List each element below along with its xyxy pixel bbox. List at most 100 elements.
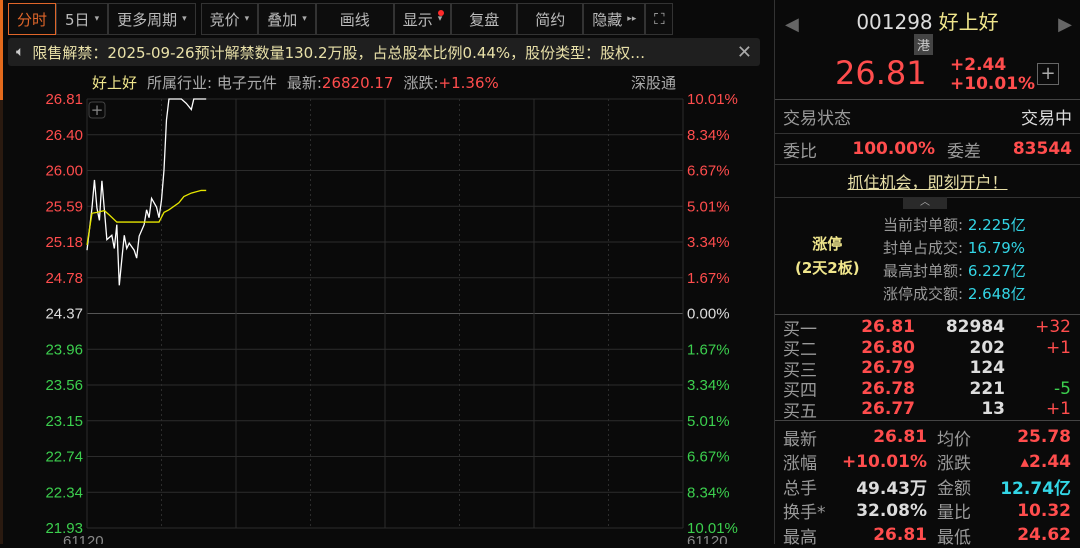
bid-price: 26.80 xyxy=(861,337,915,358)
volume-delta: +1 xyxy=(1045,337,1071,358)
volume-delta: -5 xyxy=(1054,378,1071,399)
pct-tick-label: 8.34% xyxy=(687,127,730,144)
stat-value: ▴2.44 xyxy=(1020,451,1071,472)
notice-text: 限售解禁：2025-09-26预计解禁数量130.2万股，占总股本比例0.44%… xyxy=(32,43,646,62)
label: 画线 xyxy=(339,10,370,29)
label: 5日 xyxy=(65,10,90,29)
limit-key: 涨停成交额: xyxy=(883,285,964,303)
limit-row: 最高封单额: 6.227亿 xyxy=(883,260,1026,283)
bid-volume: 82984 xyxy=(945,317,1005,338)
auction-dropdown[interactable]: 竞价 ▾ xyxy=(200,3,259,35)
y-tick-label: 26.81 xyxy=(45,91,83,108)
stat-value: 26.81 xyxy=(873,525,927,546)
pct-tick-label: 1.67% xyxy=(687,341,730,358)
fullscreen-button[interactable]: ⛶ xyxy=(645,3,674,35)
quote-header: ◀ ▶ 001298 好上好 港 26.81 +2.44 +10.01% + xyxy=(775,0,1080,100)
speaker-icon: 🔈︎ xyxy=(16,44,25,60)
collapse-chevron-icon[interactable]: ︿ xyxy=(903,197,947,209)
limit-row: 当前封单额: 2.225亿 xyxy=(883,214,1026,237)
y-tick-label: 25.59 xyxy=(45,198,83,215)
bid-volume: 13 xyxy=(981,399,1005,420)
price-change: +2.44 xyxy=(950,55,1007,75)
order-book: 买一 26.81 82984 +32 买二 26.80 202 +1 买三 26.79 124 买四 2… xyxy=(775,315,1080,422)
bid-price: 26.77 xyxy=(861,399,915,420)
bid-volume: 124 xyxy=(969,358,1006,379)
stat-label: 最低 xyxy=(937,527,971,548)
label: 简约 xyxy=(535,10,566,29)
stat-label: 最新 xyxy=(783,429,817,450)
pct-tick-label: 5.01% xyxy=(687,413,730,430)
replay-button[interactable]: 复盘 xyxy=(451,3,518,35)
limit-row: 涨停成交额: 2.648亿 xyxy=(883,283,1026,306)
stat-value: 12.74亿 xyxy=(1000,478,1071,499)
pct-tick-label: 6.67% xyxy=(687,163,730,180)
y-tick-label: 25.18 xyxy=(45,234,83,251)
pct-tick-label: 10.01% xyxy=(687,91,738,108)
limit-up-block: ︿ 涨停 (2天2板) 当前封单额: 2.225亿 封单占成交: 16.79% 最高封… xyxy=(775,197,1080,315)
hide-button[interactable]: 隐藏 ▸▸ xyxy=(583,3,646,35)
toolbar: 分时 5日 ▾ 更多周期 ▾ 竞价 ▾ 叠加 ▾ 画线 显示 ▾ 复盘 简约 隐藏 ▸▸ ⛶ xyxy=(8,3,674,35)
stat-label: 金额 xyxy=(937,478,971,499)
pct-tick-label: 5.01% xyxy=(687,198,730,215)
simple-button[interactable]: 简约 xyxy=(517,3,584,35)
status-value: 交易中 xyxy=(1021,109,1072,129)
stock-code: 001298 xyxy=(856,10,933,34)
bid-price: 26.78 xyxy=(861,378,915,399)
stock-name: 好上好 xyxy=(938,10,999,34)
y-tick-label: 23.56 xyxy=(45,377,83,394)
stats-row: 最新 26.81 均价 25.78 xyxy=(783,425,1072,450)
caret-down-icon: ▾ xyxy=(244,14,250,24)
limit-key: 当前封单额: xyxy=(883,216,964,234)
unlock-notice[interactable]: 🔈︎ 限售解禁：2025-09-26预计解禁数量130.2万股，占总股本比例0.… xyxy=(8,38,760,66)
trade-status: 交易状态 交易中 xyxy=(775,100,1080,134)
status-label: 交易状态 xyxy=(783,109,851,129)
tab-5day[interactable]: 5日 ▾ xyxy=(56,3,109,35)
double-chevron-right-icon: ▸▸ xyxy=(627,14,637,24)
caret-down-icon: ▾ xyxy=(302,14,307,24)
volume-delta: +1 xyxy=(1045,399,1071,420)
stat-label: 总手 xyxy=(783,478,817,499)
diff-value: 83544 xyxy=(1012,139,1072,159)
pct-tick-label: 1.67% xyxy=(687,270,730,287)
y-tick-label: 23.15 xyxy=(45,413,83,430)
y-tick-label: 24.37 xyxy=(45,306,83,323)
volume-label: 61120 xyxy=(63,533,104,544)
pct-tick-label: 8.34% xyxy=(687,484,730,501)
add-watchlist-button[interactable]: + xyxy=(1037,63,1059,85)
close-icon[interactable]: ✕ xyxy=(737,42,752,63)
limit-value: 16.79% xyxy=(967,239,1026,257)
bid-volume: 221 xyxy=(969,378,1006,399)
label: 复盘 xyxy=(469,10,500,29)
label: 隐藏 xyxy=(592,10,623,29)
intraday-chart[interactable]: 26.81 10.01% 26.40 8.34% 26.00 6.67% 25.59 5.01… xyxy=(0,90,770,544)
y-tick-label: 26.00 xyxy=(45,163,83,180)
stat-label: 最高 xyxy=(783,527,817,548)
level-label: 买五 xyxy=(783,401,817,422)
label: 更多周期 xyxy=(117,10,178,29)
display-dropdown[interactable]: 显示 ▾ xyxy=(393,3,452,35)
pct-tick-label: 6.67% xyxy=(687,449,730,466)
caret-down-icon: ▾ xyxy=(94,14,100,24)
pct-tick-label: 3.34% xyxy=(687,377,730,394)
draw-line-button[interactable]: 画线 xyxy=(315,3,394,35)
stat-value: 24.62 xyxy=(1017,525,1071,546)
order-book-row[interactable]: 买五 26.77 13 +1 xyxy=(783,399,1072,422)
tab-intraday[interactable]: 分时 xyxy=(8,3,57,35)
open-account-link[interactable]: 抓住机会，即刻开户！ xyxy=(775,165,1080,197)
label: 叠加 xyxy=(267,10,298,29)
y-tick-label: 24.78 xyxy=(45,270,83,287)
stats-row: 换手* 32.08% 量比 10.32 xyxy=(783,499,1072,524)
order-ratio: 委比 100.00% 委差 83544 xyxy=(775,134,1080,165)
label: 分时 xyxy=(17,10,48,29)
stat-label: 涨跌 xyxy=(937,454,971,475)
label: 竞价 xyxy=(209,10,240,29)
overlay-dropdown[interactable]: 叠加 ▾ xyxy=(258,3,316,35)
stat-value: 10.32 xyxy=(1017,500,1071,521)
stat-label: 涨幅 xyxy=(783,454,817,475)
more-periods-dropdown[interactable]: 更多周期 ▾ xyxy=(108,3,196,35)
volume-label: 61120 xyxy=(687,533,728,544)
fullscreen-icon: ⛶ xyxy=(654,10,665,28)
chart-panel: 分时 5日 ▾ 更多周期 ▾ 竞价 ▾ 叠加 ▾ 画线 显示 ▾ 复盘 简约 隐藏 ▸▸ ⛶… xyxy=(0,0,770,544)
last-price: 26.81 xyxy=(835,54,927,92)
stat-value: +10.01% xyxy=(841,451,927,472)
